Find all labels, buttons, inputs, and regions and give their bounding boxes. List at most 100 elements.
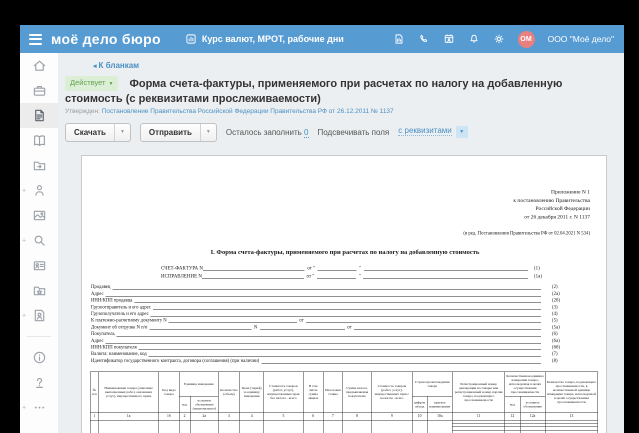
page-title-block: Действует▼ Форма счета-фактуры, применяе… bbox=[65, 76, 610, 107]
sidebar-item-search-document[interactable]: + bbox=[20, 228, 58, 253]
sidebar-item-image[interactable] bbox=[20, 203, 58, 228]
briefcase-icon bbox=[32, 83, 47, 98]
table-col-header: Регистрационный номер декларации на това… bbox=[452, 371, 504, 412]
sidebar-item-id-card[interactable] bbox=[20, 253, 58, 278]
bell-icon[interactable] bbox=[468, 33, 480, 45]
form-field-row: ИНН/КПП покупателя(6б) bbox=[91, 343, 607, 350]
sidebar-separator bbox=[27, 336, 51, 337]
ot-label: от " bbox=[305, 265, 318, 271]
blank-line bbox=[363, 278, 528, 279]
blank-line bbox=[364, 270, 528, 271]
blank-line bbox=[112, 289, 541, 290]
field-label: Адрес bbox=[91, 338, 106, 343]
sidebar-item-blank-document[interactable] bbox=[20, 103, 58, 128]
form-field-row: Адрес(2а) bbox=[91, 289, 607, 296]
blank-line bbox=[354, 329, 541, 330]
table-col-number: 12 bbox=[505, 412, 520, 420]
main-content: ◂К бланкам Действует▼ Форма счета-фактур… bbox=[58, 53, 624, 433]
bar-chart-icon bbox=[185, 33, 197, 45]
avatar[interactable]: ОМ bbox=[518, 31, 535, 48]
status-badge[interactable]: Действует▼ bbox=[65, 76, 118, 91]
table-subcol-header: краткое наименование bbox=[427, 396, 452, 413]
phone-icon[interactable] bbox=[418, 33, 430, 45]
sidebar-item-info[interactable] bbox=[20, 345, 58, 370]
table-cell bbox=[372, 420, 412, 433]
chevron-down-icon[interactable]: ▼ bbox=[114, 124, 130, 141]
sidebar-item-org-structure[interactable]: + bbox=[20, 178, 58, 203]
calendar-icon[interactable] bbox=[443, 33, 455, 45]
chevron-down-icon[interactable]: ▼ bbox=[200, 124, 216, 141]
table-col-number: 7 bbox=[323, 412, 342, 420]
plus-icon: + bbox=[22, 237, 26, 244]
line-number: (6б) bbox=[541, 345, 607, 350]
gear-icon[interactable] bbox=[493, 33, 505, 45]
document-page: Приложение N 1 к постановлению Правитель… bbox=[82, 188, 607, 433]
report-icon[interactable] bbox=[393, 33, 405, 45]
sidebar-item-folder-star[interactable] bbox=[20, 278, 58, 303]
field-label: Грузоотправитель и его адрес bbox=[91, 304, 153, 309]
field-mid-label: от bbox=[345, 325, 354, 330]
person-document-icon bbox=[32, 308, 47, 323]
line-number: (1а) bbox=[528, 273, 607, 279]
search-document-icon bbox=[32, 233, 47, 248]
highlight-mode-dropdown[interactable]: с реквизитами▼ bbox=[398, 126, 467, 138]
app-logo[interactable]: моё дело бюро bbox=[51, 31, 161, 47]
table-cell bbox=[240, 420, 264, 433]
approved-document-link[interactable]: Постановление Правительства Российской Ф… bbox=[102, 108, 394, 115]
nav-item-currency-rates[interactable]: Курс валют, МРОТ, рабочие дни bbox=[185, 33, 344, 45]
sidebar-item-home[interactable] bbox=[20, 53, 58, 78]
table-subcol-header: код bbox=[179, 396, 190, 413]
support-icon bbox=[32, 375, 47, 390]
table-col-number: 10а bbox=[427, 412, 452, 420]
table-col-number: 1 bbox=[90, 412, 98, 420]
form-field-row: Грузополучатель и его адрес(4) bbox=[91, 309, 607, 316]
blank-line bbox=[139, 349, 541, 350]
edition-note: (в ред. Постановления Правительства РФ о… bbox=[82, 231, 607, 236]
plus-icon: + bbox=[22, 404, 26, 411]
sidebar-item-book[interactable] bbox=[20, 128, 58, 153]
line-number: (6а) bbox=[541, 338, 607, 343]
field-label: К платежно-расчетному документу N bbox=[91, 318, 169, 323]
blank-line bbox=[153, 309, 541, 310]
back-to-blanks-link[interactable]: ◂К бланкам bbox=[93, 61, 624, 70]
remaining-count-link[interactable]: 0 bbox=[304, 128, 308, 138]
sidebar-item-folder-shared[interactable] bbox=[20, 153, 58, 178]
table-col-number: 11 bbox=[452, 412, 504, 420]
actions-toolbar: Скачать ▼ Отправить ▼ Осталось заполнить… bbox=[65, 123, 624, 142]
sidebar-item-more[interactable]: + bbox=[20, 395, 58, 420]
table-col-number: 10 bbox=[412, 412, 427, 420]
table-cell bbox=[98, 420, 159, 433]
blank-line bbox=[203, 270, 305, 271]
table-col-number: 3 bbox=[218, 412, 239, 420]
table-col-header: Стоимость товаров (работ, услуг), имущес… bbox=[372, 371, 412, 412]
home-icon bbox=[32, 58, 47, 73]
form-field-row: Адрес (6а) bbox=[91, 336, 607, 343]
sidebar-item-briefcase[interactable] bbox=[20, 78, 58, 103]
table-col-header: Количество товара, подлежащего прослежив… bbox=[545, 371, 598, 412]
table-cell bbox=[190, 420, 218, 433]
company-name[interactable]: ООО "Моё дело" bbox=[548, 34, 614, 44]
table-col-header: Налоговая ставка bbox=[323, 371, 342, 412]
chevron-down-icon: ▼ bbox=[108, 81, 113, 87]
form-field-row: Документ об отгрузке N п/пNот(5а) bbox=[91, 323, 607, 330]
blank-line bbox=[317, 278, 356, 279]
sidebar-item-support[interactable] bbox=[20, 370, 58, 395]
line-number: (2а) bbox=[541, 291, 607, 296]
back-arrow-icon: ◂ bbox=[93, 63, 97, 70]
table-col-number: 2а bbox=[190, 412, 218, 420]
table-col-number: 8 bbox=[342, 412, 371, 420]
line-number: (3) bbox=[541, 304, 607, 309]
table-cell bbox=[545, 420, 598, 433]
form-field-row: ИНН/КПП продавца(2б) bbox=[91, 296, 607, 303]
send-button[interactable]: Отправить ▼ bbox=[140, 123, 217, 142]
table-subcol-header: код bbox=[505, 396, 520, 413]
download-button[interactable]: Скачать ▼ bbox=[65, 123, 131, 142]
line-number: (2) bbox=[541, 284, 607, 289]
table-cell bbox=[412, 420, 427, 433]
quote-label: " bbox=[357, 265, 364, 271]
table-cell bbox=[505, 420, 520, 433]
hamburger-menu-icon[interactable] bbox=[29, 34, 42, 45]
document-preview[interactable]: Приложение N 1 к постановлению Правитель… bbox=[81, 155, 607, 433]
sidebar-item-person-document[interactable]: + bbox=[20, 303, 58, 328]
blank-line bbox=[151, 316, 541, 317]
